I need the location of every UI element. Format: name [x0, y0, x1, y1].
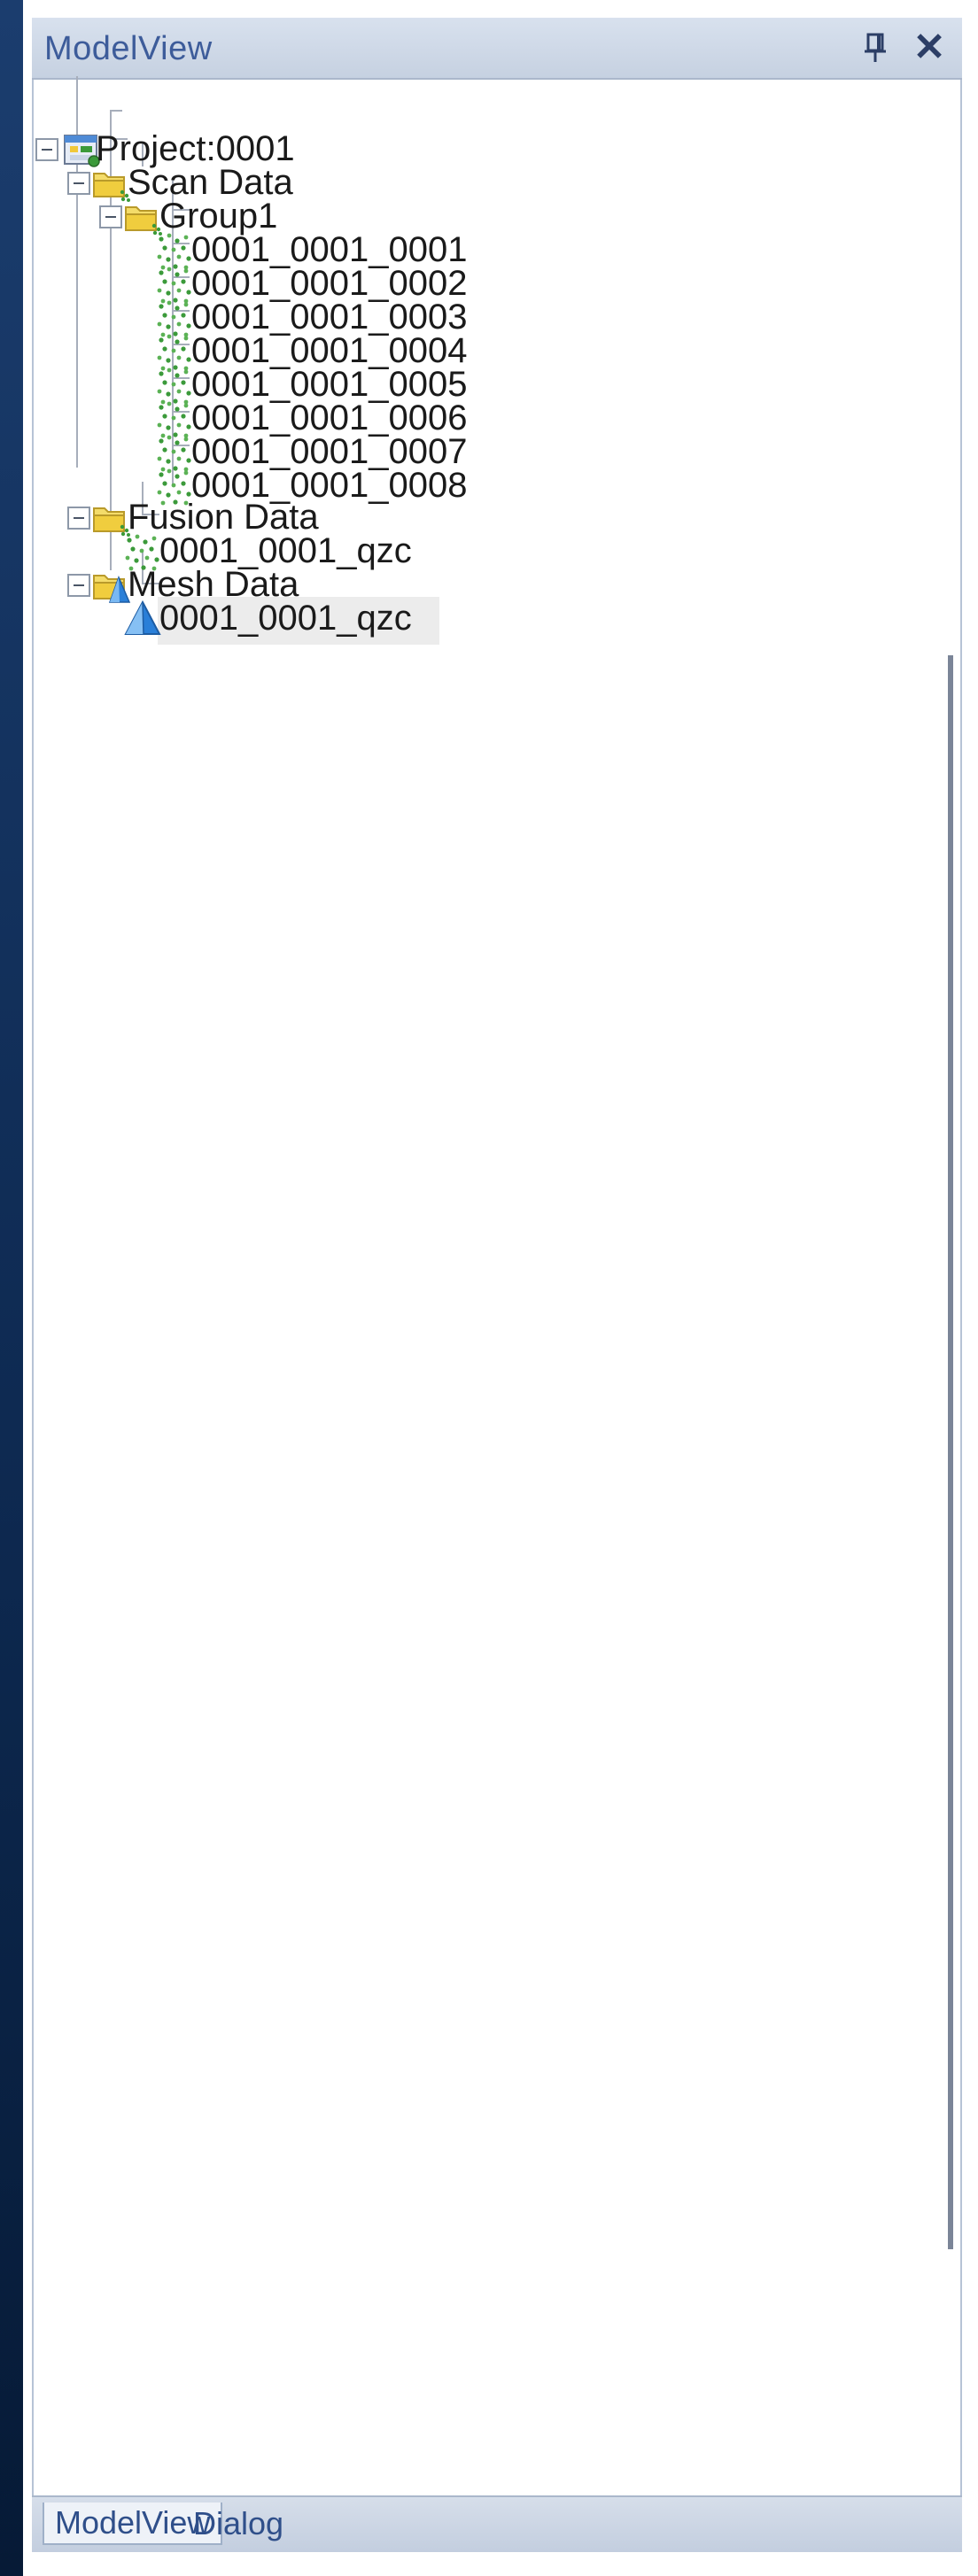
panel-title: ModelView [44, 30, 213, 67]
collapse-toggle-project[interactable] [35, 138, 58, 161]
tab-dialog[interactable]: Dialog [182, 2503, 294, 2545]
pin-icon[interactable] [858, 28, 893, 67]
model-tree: Project:0001 Scan Data Group1 0001_0001_… [35, 76, 939, 2464]
collapse-toggle-fusion-data[interactable] [67, 507, 90, 530]
mesh-icon [122, 599, 163, 639]
collapse-toggle-group1[interactable] [99, 205, 122, 228]
tree-node-mesh-item[interactable]: 0001_0001_qzc [159, 599, 412, 638]
collapse-toggle-scan-data[interactable] [67, 172, 90, 195]
panel-title-bar: ModelView ✕ [32, 18, 962, 80]
left-window-edge [0, 0, 23, 2576]
close-icon[interactable]: ✕ [909, 27, 950, 69]
collapse-toggle-mesh-data[interactable] [67, 574, 90, 597]
tab-bar: ModelView Dialog [32, 2495, 962, 2552]
scrollbar-edge [948, 655, 953, 2249]
tree-line [110, 110, 122, 112]
